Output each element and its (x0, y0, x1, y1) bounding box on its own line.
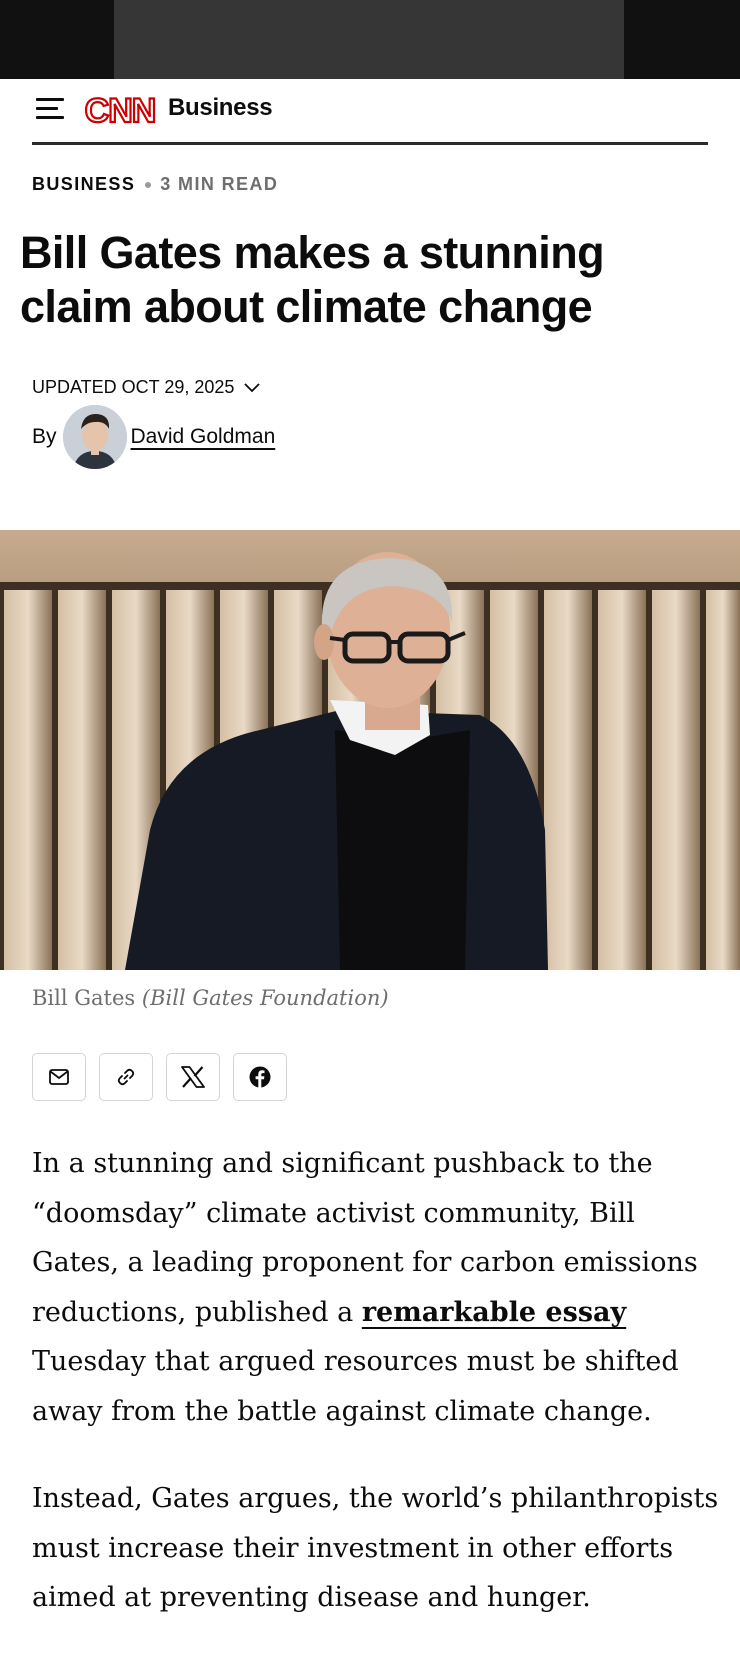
site-header: CNN Business (32, 79, 708, 145)
image-caption: Bill Gates (Bill Gates Foundation) (32, 986, 389, 1010)
share-link-button[interactable] (99, 1053, 153, 1101)
paragraph-1-after: Tuesday that argued resources must be sh… (32, 1346, 679, 1427)
kicker-separator (145, 181, 152, 188)
share-email-button[interactable] (32, 1053, 86, 1101)
kicker-section[interactable]: BUSINESS (32, 174, 135, 195)
article-kicker: BUSINESS 3 MIN READ (32, 174, 278, 195)
share-x-button[interactable] (166, 1053, 220, 1101)
email-icon (49, 1069, 69, 1085)
byline-prefix: By (32, 425, 57, 448)
author-avatar[interactable] (62, 405, 127, 469)
share-bar (32, 1053, 287, 1101)
caption-credit: (Bill Gates Foundation) (141, 986, 389, 1010)
byline: By David Goldman (32, 405, 275, 469)
article-body: In a stunning and significant pushback t… (32, 1139, 722, 1661)
section-title[interactable]: Business (168, 94, 273, 122)
article-headline: Bill Gates makes a stunning claim about … (20, 227, 605, 332)
menu-icon[interactable] (36, 97, 64, 121)
status-bar-notch (114, 0, 624, 79)
author-link[interactable]: David Goldman (131, 425, 276, 449)
hero-image (0, 530, 740, 970)
link-icon (117, 1068, 135, 1086)
cnn-logo[interactable]: CNN (82, 91, 158, 129)
status-bar (0, 0, 740, 79)
facebook-icon (249, 1066, 271, 1088)
paragraph-1: In a stunning and significant pushback t… (32, 1139, 722, 1436)
x-icon (181, 1066, 205, 1088)
share-facebook-button[interactable] (233, 1053, 287, 1101)
updated-timestamp[interactable]: UPDATED OCT 29, 2025 (32, 377, 261, 398)
essay-link[interactable]: remarkable essay (362, 1297, 626, 1328)
paragraph-2: Instead, Gates argues, the world’s phila… (32, 1483, 719, 1613)
chevron-down-icon (244, 382, 261, 392)
caption-name: Bill Gates (32, 986, 136, 1010)
updated-text: UPDATED OCT 29, 2025 (32, 377, 235, 397)
svg-text:CNN: CNN (85, 92, 156, 129)
read-time: 3 MIN READ (160, 174, 279, 194)
